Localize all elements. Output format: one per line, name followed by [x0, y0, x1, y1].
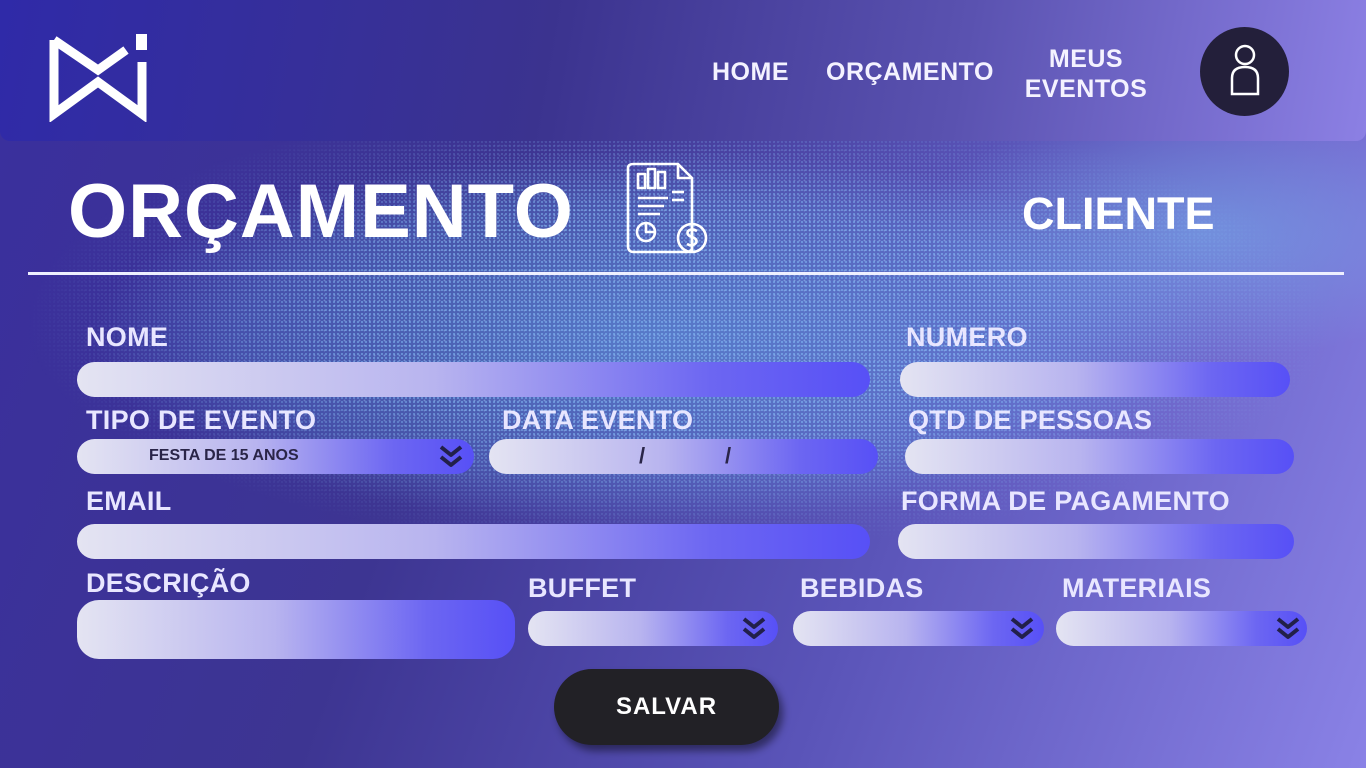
numero-label: NUMERO: [906, 322, 1028, 352]
forma-pagamento-input[interactable]: [898, 524, 1294, 559]
budget-document-icon: [626, 162, 708, 254]
bebidas-label: BEBIDAS: [800, 573, 924, 603]
nav-home-link[interactable]: HOME: [712, 58, 789, 87]
date-separator: /: [639, 443, 646, 468]
email-label: EMAIL: [86, 486, 172, 516]
chevron-down-icon: [742, 617, 766, 639]
buffet-select[interactable]: [528, 611, 778, 646]
tipo-evento-select[interactable]: FESTA DE 15 ANOS: [77, 439, 474, 474]
user-icon: [1230, 44, 1260, 96]
role-label: CLIENTE: [1022, 188, 1215, 239]
nav-orcamento-link[interactable]: ORÇAMENTO: [826, 58, 994, 87]
materiais-select[interactable]: [1056, 611, 1307, 646]
data-evento-label: DATA EVENTO: [502, 405, 694, 435]
email-input[interactable]: [77, 524, 870, 559]
forma-pagamento-label: FORMA DE PAGAMENTO: [901, 486, 1230, 516]
save-button[interactable]: SALVAR: [554, 669, 779, 745]
top-navbar: HOME ORÇAMENTO MEUS EVENTOS: [0, 0, 1366, 141]
chevron-down-icon: [1010, 617, 1034, 639]
qtd-pessoas-input[interactable]: [905, 439, 1294, 474]
descricao-label: DESCRIÇÃO: [86, 568, 251, 598]
title-divider: [28, 272, 1344, 275]
nav-meus-eventos-link[interactable]: MEUS EVENTOS: [1020, 44, 1152, 104]
nome-label: NOME: [86, 322, 169, 352]
numero-input[interactable]: [900, 362, 1290, 397]
nome-input[interactable]: [77, 362, 870, 397]
bebidas-select[interactable]: [793, 611, 1044, 646]
descricao-textarea[interactable]: [77, 600, 515, 659]
tipo-evento-value: FESTA DE 15 ANOS: [149, 447, 299, 464]
materiais-label: MATERIAIS: [1062, 573, 1212, 603]
data-evento-input[interactable]: / /: [489, 439, 878, 474]
nav-meus-eventos-line2: EVENTOS: [1024, 75, 1148, 103]
buffet-label: BUFFET: [528, 573, 637, 603]
brand-logo-icon[interactable]: [48, 32, 148, 122]
date-separator: /: [725, 443, 732, 468]
tipo-evento-label: TIPO DE EVENTO: [86, 405, 317, 435]
page-title: ORÇAMENTO: [68, 169, 574, 254]
nav-meus-eventos-line1: MEUS: [1048, 45, 1124, 73]
chevron-down-icon: [1276, 617, 1300, 639]
user-avatar-button[interactable]: [1200, 27, 1289, 116]
chevron-down-icon: [439, 445, 463, 467]
qtd-pessoas-label: QTD DE PESSOAS: [908, 405, 1153, 435]
